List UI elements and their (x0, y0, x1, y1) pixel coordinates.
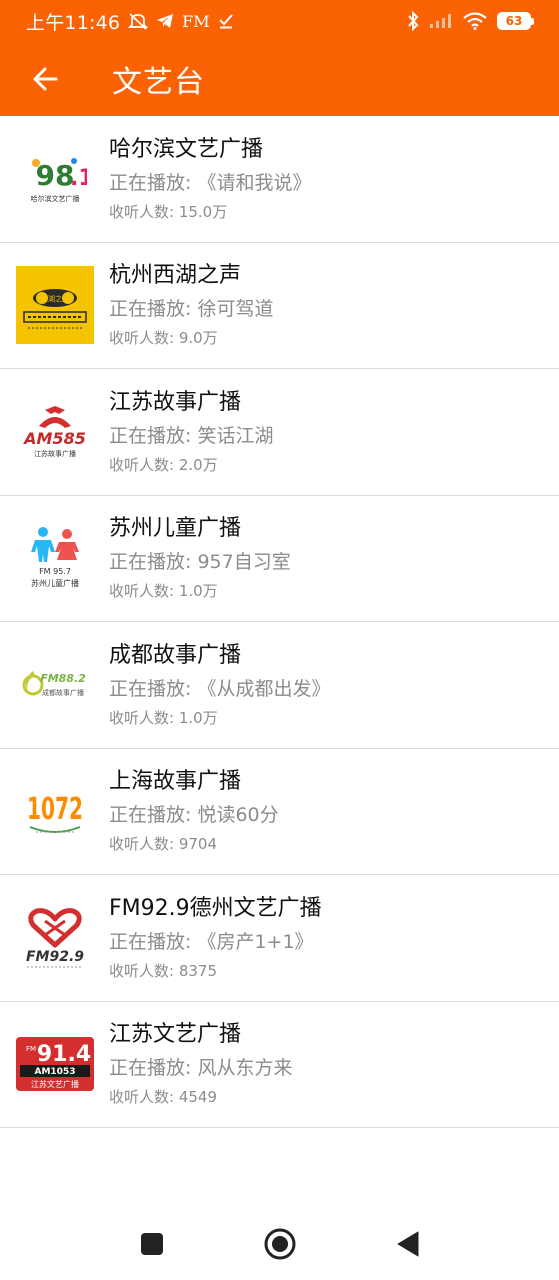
now-playing: 正在播放: 《从成都出发》 (109, 677, 331, 700)
now-playing: 正在播放: 《请和我说》 (109, 171, 312, 194)
chengdu-story-logo: FM88.2 成都故事广播 (0, 622, 109, 748)
bluetooth-icon (407, 11, 419, 31)
jiangsu-story-logo: AM585 江苏故事广播 (0, 369, 109, 495)
status-time: 上午11:46 (26, 11, 121, 34)
station-name: 杭州西湖之声 (109, 263, 242, 289)
listener-count: 收听人数: 8375 (109, 961, 217, 980)
svg-text:.1: .1 (70, 166, 87, 191)
harbin-logo-text: 哈尔滨文艺广播 (30, 194, 79, 203)
hangzhou-logo-text: 西湖之声 (41, 294, 69, 303)
listener-count: 收听人数: 1.0万 (109, 582, 218, 601)
back-button[interactable] (0, 42, 90, 116)
listener-count: 收听人数: 2.0万 (109, 455, 218, 474)
station-list: 98 .1 哈尔滨文艺广播 哈尔滨文艺广播 正在播放: 《请和我说》 收听人数:… (0, 116, 559, 1128)
list-item[interactable]: FM88.2 成都故事广播 成都故事广播 正在播放: 《从成都出发》 收听人数:… (0, 622, 559, 749)
listener-count: 收听人数: 9704 (109, 835, 217, 854)
wifi-icon (463, 12, 487, 30)
jiangsu-story-logo-text: AM585 (22, 429, 86, 448)
harbin-logo: 98 .1 哈尔滨文艺广播 (0, 116, 109, 242)
station-name: 江苏故事广播 (109, 389, 242, 415)
list-item[interactable]: FM 95.7 苏州儿童广播 苏州儿童广播 正在播放: 957自习室 收听人数:… (0, 495, 559, 622)
recent-apps-button[interactable] (88, 1208, 216, 1280)
jiangsu-story-logo-sub: 江苏故事广播 (34, 449, 76, 458)
svg-text:FM: FM (26, 1045, 36, 1053)
check-icon (218, 13, 234, 29)
back-nav-button[interactable] (344, 1208, 472, 1280)
list-item[interactable]: 91.4 FM AM1053 江苏文艺广播 江苏文艺广播 正在播放: 风从东方来… (0, 1001, 559, 1128)
recent-apps-icon (140, 1233, 163, 1255)
list-item[interactable]: 98 .1 哈尔滨文艺广播 哈尔滨文艺广播 正在播放: 《请和我说》 收听人数:… (0, 116, 559, 243)
suzhou-children-logo-text: FM 95.7 (39, 567, 71, 576)
signal-icon (429, 13, 453, 29)
telegram-icon (156, 13, 174, 29)
status-bar: 上午11:46 FM 63 (0, 0, 559, 42)
jiangsu-arts-logo-text: 91.4 (36, 1042, 90, 1067)
now-playing: 正在播放: 风从东方来 (109, 1057, 293, 1080)
chengdu-story-logo-text: FM88.2 (40, 672, 86, 685)
listener-count: 收听人数: 15.0万 (109, 202, 228, 221)
listener-count: 收听人数: 9.0万 (109, 329, 218, 348)
home-icon (264, 1228, 295, 1260)
listener-count: 收听人数: 4549 (109, 1088, 217, 1107)
chengdu-story-logo-sub: 成都故事广播 (42, 688, 84, 697)
jiangsu-arts-logo: 91.4 FM AM1053 江苏文艺广播 (0, 1001, 109, 1127)
arrow-left-icon (33, 67, 58, 91)
list-item[interactable]: AM585 江苏故事广播 江苏故事广播 正在播放: 笑话江湖 收听人数: 2.0… (0, 369, 559, 496)
shanghai-story-logo: 1072 (0, 748, 109, 874)
status-bar-left: 上午11:46 FM (26, 8, 234, 35)
station-name: 成都故事广播 (109, 642, 242, 668)
now-playing: 正在播放: 徐可驾道 (109, 298, 274, 321)
fm-icon: FM (182, 11, 210, 31)
listener-count: 收听人数: 1.0万 (109, 708, 218, 727)
now-playing: 正在播放: 笑话江湖 (109, 424, 274, 447)
jiangsu-arts-logo-sub: 江苏文艺广播 (31, 1079, 79, 1089)
now-playing: 正在播放: 《房产1+1》 (109, 930, 314, 953)
station-name: FM92.9德州文艺广播 (109, 895, 322, 921)
now-playing: 正在播放: 957自习室 (109, 551, 291, 574)
back-icon (397, 1231, 418, 1257)
dezhou-logo-text: FM92.9 (25, 949, 83, 965)
home-button[interactable] (216, 1208, 344, 1280)
svg-text:98: 98 (35, 159, 74, 192)
now-playing: 正在播放: 悦读60分 (109, 804, 279, 827)
battery-icon: 63 (497, 12, 534, 30)
app-bar: 文艺台 (0, 42, 559, 116)
page-title: 文艺台 (112, 65, 205, 100)
station-name: 苏州儿童广播 (109, 516, 242, 542)
list-item[interactable]: 西湖之声 杭州西湖之声 正在播放: 徐可驾道 收听人数: 9.0万 (0, 242, 559, 369)
mute-icon (128, 12, 149, 30)
status-bar-right: 63 (407, 11, 534, 31)
dezhou-logo: FM92.9 (0, 875, 109, 1001)
station-name: 上海故事广播 (109, 769, 242, 795)
system-nav-bar (0, 1208, 559, 1280)
shanghai-story-logo-text: 1072 (27, 792, 83, 827)
suzhou-children-logo: FM 95.7 苏州儿童广播 (0, 495, 109, 621)
station-name: 哈尔滨文艺广播 (109, 136, 264, 162)
hangzhou-logo: 西湖之声 (0, 242, 109, 368)
suzhou-children-logo-sub: 苏州儿童广播 (31, 578, 79, 588)
list-item[interactable]: 1072 上海故事广播 正在播放: 悦读60分 收听人数: 9704 (0, 748, 559, 875)
list-item[interactable]: FM92.9 FM92.9德州文艺广播 正在播放: 《房产1+1》 收听人数: … (0, 875, 559, 1002)
jiangsu-arts-logo-am: AM1053 (34, 1067, 75, 1077)
station-name: 江苏文艺广播 (109, 1022, 242, 1048)
